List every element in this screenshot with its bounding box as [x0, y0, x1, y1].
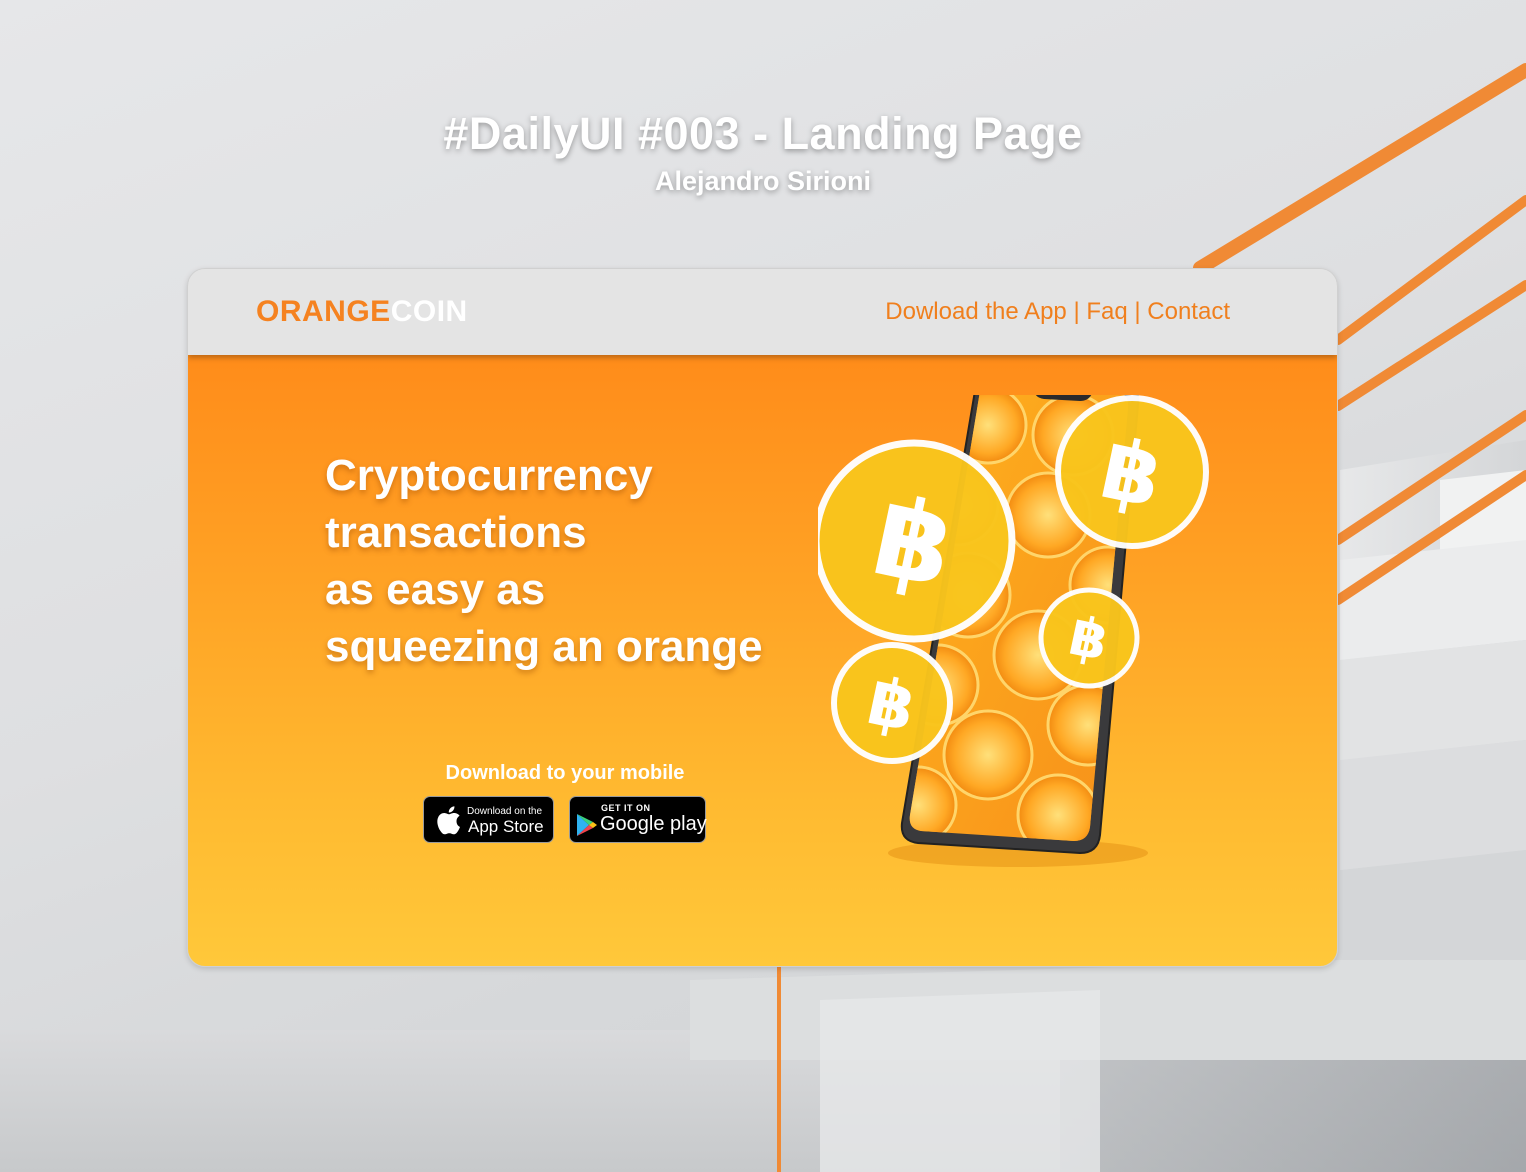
- headline-line: transactions: [325, 508, 587, 557]
- nav-link-download-app[interactable]: Dowload the App: [885, 298, 1066, 325]
- bitcoin-icon: ฿: [1055, 395, 1209, 549]
- google-play-icon: [577, 814, 597, 836]
- nav-link-faq[interactable]: Faq: [1086, 298, 1127, 325]
- bitcoin-icon: ฿: [1038, 587, 1140, 689]
- bitcoin-icon: ฿: [818, 439, 1016, 643]
- google-play-big-text: Google play: [600, 813, 707, 835]
- page-title: #DailyUI #003 - Landing Page: [443, 108, 1083, 159]
- phone-coins-illustration: ฿ ฿ ฿ ฿: [818, 395, 1209, 867]
- headline-line: Cryptocurrency: [325, 451, 653, 500]
- nav-links: Dowload the App | Faq | Contact: [885, 298, 1230, 326]
- dribbble-heading: #DailyUI #003 - Landing Page Alejandro S…: [0, 104, 1526, 198]
- logo[interactable]: ORANGECOIN: [256, 295, 468, 329]
- nav-separator: |: [1073, 298, 1080, 325]
- logo-orange-text: ORANGE: [256, 295, 391, 328]
- nav-link-contact[interactable]: Contact: [1147, 298, 1230, 325]
- google-play-button[interactable]: GET IT ON Google play: [569, 796, 707, 843]
- nav-separator: |: [1134, 298, 1141, 325]
- landing-page-card: ORANGECOIN Dowload the App | Faq | Conta…: [187, 268, 1338, 967]
- navbar: ORANGECOIN Dowload the App | Faq | Conta…: [188, 269, 1337, 355]
- headline-line: as easy as: [325, 565, 546, 614]
- hero-headline: Cryptocurrency transactions as easy as s…: [325, 447, 845, 675]
- apple-icon: [437, 806, 460, 835]
- headline-line: squeezing an orange: [325, 622, 763, 671]
- author-name: Alejandro Sirioni: [654, 166, 872, 196]
- bitcoin-icon: ฿: [831, 642, 953, 764]
- app-store-button[interactable]: Download on the App Store: [423, 796, 554, 843]
- app-store-big-text: App Store: [468, 817, 544, 836]
- download-label: Download to your mobile: [445, 762, 685, 784]
- hero-section: Cryptocurrency transactions as easy as s…: [188, 355, 1337, 966]
- logo-coin-text: COIN: [390, 295, 468, 328]
- page: #DailyUI #003 - Landing Page Alejandro S…: [0, 0, 1526, 1172]
